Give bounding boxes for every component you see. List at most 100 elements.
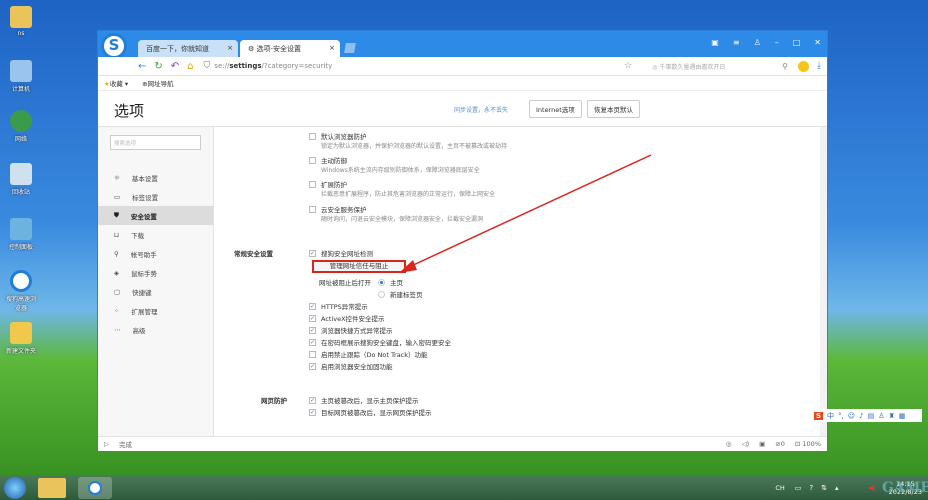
- emoji-icon[interactable]: ☺: [848, 412, 855, 420]
- option-do-not-track[interactable]: 启用禁止跟踪（Do Not Track）功能: [309, 349, 428, 359]
- option-https[interactable]: ✓HTTPS异常提示: [309, 301, 368, 311]
- desktop-icon-network[interactable]: 网络: [4, 110, 38, 143]
- tab-options-security[interactable]: ⚙ 选项-安全设置×: [240, 40, 340, 57]
- coin-icon[interactable]: [798, 61, 809, 72]
- checkbox[interactable]: ✓: [309, 339, 316, 346]
- option-homepage-protect[interactable]: ✓主页被篡改后，显示主页保护提示: [309, 395, 419, 405]
- option-webpage-protect[interactable]: ✓目标网页被篡改后，显示网页保护提示: [309, 407, 432, 417]
- user-icon[interactable]: ♙: [878, 412, 884, 420]
- checkbox[interactable]: [309, 206, 316, 213]
- checkbox[interactable]: [309, 133, 316, 140]
- adblock-icon[interactable]: ⊘0: [775, 440, 785, 448]
- chinese-mode-icon[interactable]: 中: [827, 411, 834, 421]
- undo-icon[interactable]: ↶: [171, 61, 179, 72]
- checkbox[interactable]: ✓: [309, 315, 316, 322]
- volume-tray-icon[interactable]: ◀): [869, 484, 877, 492]
- tab-baidu[interactable]: 百度一下，你就知道×: [138, 40, 238, 57]
- back-icon[interactable]: ←: [138, 61, 146, 72]
- taskbar-explorer[interactable]: [38, 478, 66, 498]
- ime-indicator[interactable]: CH: [775, 484, 784, 492]
- skin-icon[interactable]: ♜: [888, 412, 894, 420]
- checkbox[interactable]: [309, 351, 316, 358]
- sidebar-item-advanced[interactable]: ⋯高级: [98, 320, 213, 339]
- sync-link[interactable]: 同步设置，永不丢失: [454, 105, 508, 114]
- search-input[interactable]: ◎ 千事数久量遇由邀欢开日: [652, 62, 782, 71]
- window-list-icon[interactable]: ▣: [711, 38, 719, 47]
- option-url-check[interactable]: ✓搜狗安全网址检测: [309, 248, 373, 258]
- checkbox[interactable]: ✓: [309, 397, 316, 404]
- help-tray-icon[interactable]: ?: [809, 484, 813, 492]
- desktop-icon-control-panel[interactable]: 控制面板: [4, 218, 38, 251]
- lock-icon[interactable]: ▣: [759, 440, 765, 448]
- options-search-input[interactable]: 搜索选项: [110, 135, 201, 150]
- option-extension-protection[interactable]: 扩展防护: [309, 179, 347, 189]
- sidebar-item-security[interactable]: ⛊安全设置: [98, 206, 213, 225]
- new-tab-button[interactable]: [344, 43, 356, 53]
- option-activex[interactable]: ✓ActiveX控件安全提示: [309, 313, 385, 323]
- mic-icon[interactable]: ♪: [859, 412, 863, 420]
- radio-new-tab[interactable]: 新建标签页: [378, 289, 423, 299]
- desktop-icon-ns[interactable]: ns: [4, 6, 38, 37]
- checkbox[interactable]: ✓: [309, 327, 316, 334]
- url-input[interactable]: se://settings/?category=security: [214, 62, 332, 70]
- star-icon[interactable]: ☆: [624, 61, 632, 71]
- skin-icon[interactable]: ♙: [754, 38, 761, 47]
- sidebar-item-download[interactable]: ⊔下载: [98, 225, 213, 244]
- sidebar-toggle-icon[interactable]: ▷: [104, 440, 109, 448]
- scrollbar[interactable]: [820, 127, 827, 438]
- network-tray-icon[interactable]: ⇅: [821, 484, 827, 492]
- restore-default-button[interactable]: 恢复本页默认: [587, 100, 640, 118]
- keyboard-icon[interactable]: ▤: [868, 412, 875, 420]
- security-icon[interactable]: ◎: [726, 440, 732, 448]
- sogou-ime-icon[interactable]: S: [814, 412, 823, 420]
- internet-options-button[interactable]: Internet选项: [529, 100, 582, 118]
- sidebar-item-account[interactable]: ⚲帐号助手: [98, 244, 213, 263]
- option-secure-keyboard[interactable]: ✓在密码框展示搜狗安全键盘，输入密码更安全: [309, 337, 451, 347]
- minimize-icon[interactable]: –: [775, 38, 779, 47]
- option-active-defense[interactable]: 主动防御: [309, 155, 347, 165]
- bookmark-nav[interactable]: ⊕网址导航: [142, 78, 173, 88]
- desktop-icon-sogou-browser[interactable]: 搜狗高速浏览器: [4, 270, 38, 312]
- close-icon[interactable]: ×: [227, 44, 233, 52]
- close-icon[interactable]: ×: [329, 44, 335, 52]
- refresh-icon[interactable]: ↻: [154, 61, 162, 72]
- start-button[interactable]: [4, 477, 26, 499]
- sidebar-item-mouse-gesture[interactable]: ◈鼠标手势: [98, 263, 213, 282]
- manage-url-trust-button[interactable]: 管理网址信任与阻止: [312, 260, 406, 273]
- show-hidden-icons[interactable]: ▴: [835, 484, 839, 492]
- radio-button[interactable]: [378, 291, 385, 298]
- home-icon[interactable]: ⌂: [187, 61, 193, 72]
- sidebar-item-tabs[interactable]: ▭标签设置: [98, 187, 213, 206]
- zoom-control[interactable]: ⊡ 100%: [795, 440, 821, 448]
- option-default-browser[interactable]: 默认浏览器防护: [309, 131, 367, 141]
- toolbox-icon[interactable]: ▦: [899, 412, 906, 420]
- sidebar-item-shortcuts[interactable]: ▢快捷键: [98, 282, 213, 301]
- option-cloud-security[interactable]: 云安全服务保护: [309, 204, 367, 214]
- checkbox[interactable]: ✓: [309, 303, 316, 310]
- keyboard-tray-icon[interactable]: ▭: [795, 484, 802, 492]
- checkbox[interactable]: ✓: [309, 250, 316, 257]
- taskbar-sogou-browser[interactable]: [78, 477, 112, 499]
- checkbox[interactable]: ✓: [309, 409, 316, 416]
- option-shortcut[interactable]: ✓浏览器快捷方式异常提示: [309, 325, 393, 335]
- radio-homepage[interactable]: 主页: [378, 277, 403, 287]
- checkbox[interactable]: ✓: [309, 363, 316, 370]
- checkbox[interactable]: [309, 157, 316, 164]
- punctuation-icon[interactable]: °,: [838, 412, 844, 420]
- search-icon[interactable]: ⚲: [782, 62, 788, 71]
- sidebar-item-extensions[interactable]: ⁘扩展管理: [98, 301, 213, 320]
- maximize-icon[interactable]: □: [793, 38, 801, 47]
- desktop-icon-new-folder[interactable]: 新建文件夹: [4, 322, 38, 355]
- desktop-icon-recycle-bin[interactable]: 回收站: [4, 163, 38, 196]
- sidebar-item-basic[interactable]: ☼基本设置: [98, 168, 213, 187]
- sound-icon[interactable]: ◁): [742, 440, 750, 448]
- desktop-icon-computer[interactable]: 计算机: [4, 60, 38, 93]
- ime-toolbar[interactable]: S中 °, ☺ ♪ ▤♙ ♜ ▦: [812, 409, 922, 422]
- bookmark-favorites[interactable]: ★收藏 ▾: [104, 78, 128, 88]
- radio-button[interactable]: [378, 279, 385, 286]
- option-hardening[interactable]: ✓启用浏览器安全加固功能: [309, 361, 393, 371]
- checkbox[interactable]: [309, 181, 316, 188]
- menu-icon[interactable]: ≡: [733, 38, 740, 47]
- close-window-icon[interactable]: ✕: [814, 38, 821, 47]
- download-icon[interactable]: ⤓: [817, 61, 821, 71]
